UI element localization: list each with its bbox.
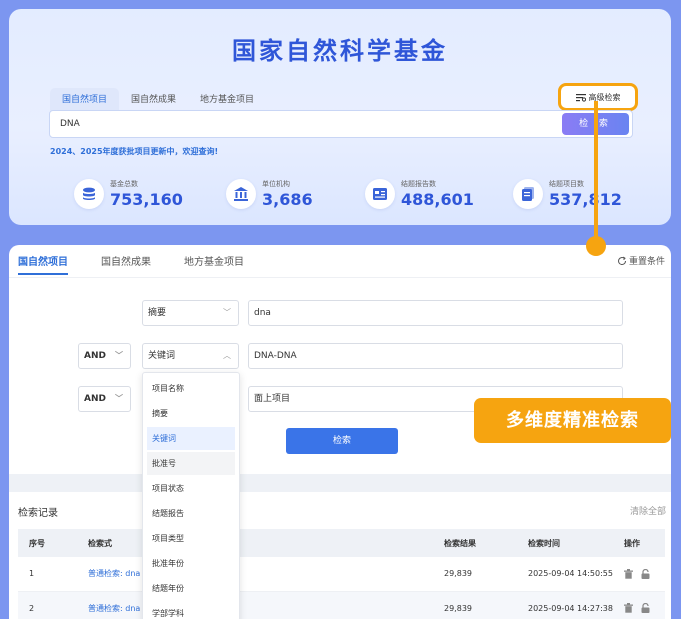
column-header: 检索时间 [517, 529, 613, 557]
feature-badge: 多维度精准检索 [474, 398, 671, 443]
report-icon [365, 179, 395, 209]
stat-value: 753,160 [110, 190, 183, 209]
tab-nsfc-results[interactable]: 国自然成果 [119, 88, 188, 112]
table-row: 1 普通检索: dna 29,839 2025-09-04 14:50:55 [18, 557, 665, 592]
tab-local-projects[interactable]: 地方基金项目 [188, 88, 266, 112]
stat-final-projects: 结题项目数 537,812 [513, 179, 622, 209]
dropdown-option[interactable]: 项目名称 [147, 377, 235, 400]
stat-value: 488,601 [401, 190, 474, 209]
lock-icon[interactable] [641, 568, 650, 579]
stat-label: 基金总数 [110, 180, 138, 188]
stat-total-funds: 基金总数 753,160 [74, 179, 183, 209]
query-input-2[interactable]: DNA-DNA [248, 343, 623, 369]
filter-icon [575, 93, 586, 102]
panel-tab-nsfc-projects[interactable]: 国自然项目 [18, 253, 68, 275]
operator-select-3[interactable]: AND ﹀ [78, 386, 131, 412]
field-select-1[interactable]: 摘要 ﹀ [142, 300, 239, 326]
query-link[interactable]: 普通检索: dna [88, 604, 140, 613]
row-index: 2 [18, 591, 77, 619]
reset-conditions-button[interactable]: 重置条件 [617, 254, 665, 267]
column-header: 检索结果 [433, 529, 517, 557]
hero-card: 国家自然科学基金 国自然项目 国自然成果 地方基金项目 高级检索 检 索 202… [9, 9, 671, 225]
chevron-down-icon: ﹀ [115, 394, 123, 403]
top-tabs: 国自然项目 国自然成果 地方基金项目 [50, 88, 266, 112]
row-index: 1 [18, 557, 77, 592]
dropdown-option[interactable]: 项目类型 [147, 527, 235, 550]
row-results: 29,839 [433, 591, 517, 619]
refresh-icon [618, 256, 626, 265]
panel-tab-local-projects[interactable]: 地方基金项目 [184, 253, 244, 275]
operator-value: AND [84, 394, 106, 404]
institution-icon [226, 179, 256, 209]
row-results: 29,839 [433, 557, 517, 592]
advanced-search-submit-button[interactable]: 检索 [286, 428, 398, 454]
dropdown-option[interactable]: 结题报告 [147, 502, 235, 525]
callout-dot [586, 236, 606, 256]
search-input[interactable] [60, 115, 540, 133]
table-row: 2 普通检索: dna 29,839 2025-09-04 14:27:38 [18, 591, 665, 619]
panel-tabs: 国自然项目 国自然成果 地方基金项目 [18, 253, 244, 275]
column-header: 检索式 [77, 529, 433, 557]
stat-label: 结题报告数 [401, 180, 436, 188]
delete-icon[interactable] [624, 603, 633, 613]
field-dropdown-menu: 项目名称 摘要 关键词 批准号 项目状态 结题报告 项目类型 批准年份 结题年份… [142, 372, 240, 619]
column-header: 序号 [18, 529, 77, 557]
stat-label: 结题项目数 [549, 180, 584, 188]
page-title: 国家自然科学基金 [232, 37, 448, 65]
lock-icon[interactable] [641, 603, 650, 613]
panel-tab-nsfc-results[interactable]: 国自然成果 [101, 253, 151, 275]
search-bar: 检 索 [49, 110, 633, 138]
dropdown-option[interactable]: 批准号 [147, 452, 235, 475]
callout-connector [594, 101, 598, 241]
table-header: 序号 检索式 检索结果 检索时间 操作 [18, 529, 665, 557]
chevron-down-icon: ﹀ [223, 308, 231, 317]
dropdown-option-selected[interactable]: 关键词 [147, 427, 235, 450]
chevron-up-icon: ︿ [223, 351, 231, 360]
dropdown-option[interactable]: 摘要 [147, 402, 235, 425]
delete-icon[interactable] [624, 568, 633, 579]
dropdown-option[interactable]: 学部学科 [147, 602, 235, 619]
update-notice: 2024、2025年度获批项目更新中，欢迎查询! [50, 147, 219, 156]
field-select-2[interactable]: 关键词 ︿ [142, 343, 239, 369]
stat-label: 单位机构 [262, 180, 290, 188]
divider [9, 277, 671, 278]
clear-all-button[interactable]: 清除全部 [630, 504, 666, 517]
stat-final-reports: 结题报告数 488,601 [365, 179, 474, 209]
database-icon [74, 179, 104, 209]
column-header: 操作 [613, 529, 665, 557]
stat-value: 3,686 [262, 190, 313, 209]
row-time: 2025-09-04 14:50:55 [517, 557, 613, 592]
stat-value: 537,812 [549, 190, 622, 209]
dropdown-option[interactable]: 结题年份 [147, 577, 235, 600]
history-title: 检索记录 [18, 508, 58, 519]
advanced-search-button[interactable]: 高级检索 [558, 83, 638, 111]
field-select-value: 关键词 [148, 351, 176, 361]
section-divider [9, 474, 671, 492]
history-table: 序号 检索式 检索结果 检索时间 操作 1 普通检索: dna 29,839 2… [18, 529, 665, 619]
dropdown-option[interactable]: 项目状态 [147, 477, 235, 500]
row-time: 2025-09-04 14:27:38 [517, 591, 613, 619]
stat-institutions: 单位机构 3,686 [226, 179, 313, 209]
tab-nsfc-projects[interactable]: 国自然项目 [50, 88, 120, 112]
operator-select-2[interactable]: AND ﹀ [78, 343, 131, 369]
reset-label: 重置条件 [628, 257, 665, 267]
chevron-down-icon: ﹀ [115, 351, 123, 360]
operator-value: AND [84, 351, 106, 361]
query-input-1[interactable]: dna [248, 300, 623, 326]
query-link[interactable]: 普通检索: dna [88, 569, 140, 578]
document-icon [513, 179, 543, 209]
field-select-value: 摘要 [148, 308, 167, 318]
dropdown-option[interactable]: 批准年份 [147, 552, 235, 575]
